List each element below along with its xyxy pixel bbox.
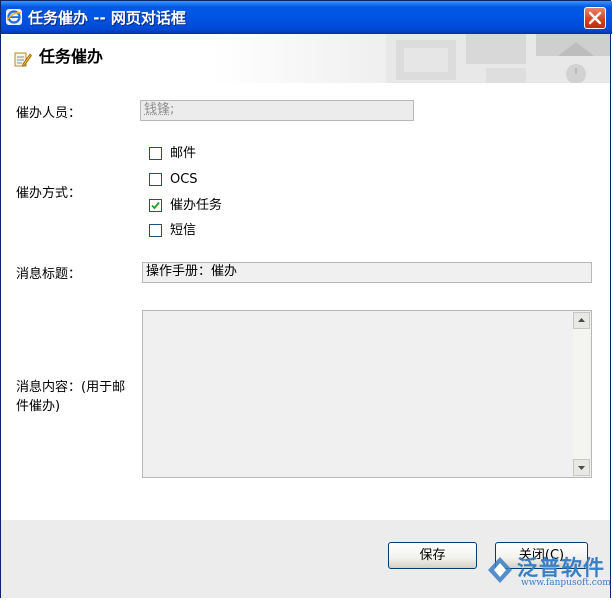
header-decoration [386, 34, 610, 83]
content-scrollbar[interactable] [573, 312, 590, 476]
ocs-label: OCS [170, 172, 198, 187]
task-edit-icon [14, 50, 32, 68]
method-label: 催办方式： [16, 186, 82, 201]
window-title: 任务催办 -- 网页对话框 [28, 9, 186, 27]
brand-watermark: 泛普软件 www.fanpusoft.com [485, 552, 611, 592]
task-checkbox[interactable] [149, 199, 162, 212]
task-label: 催办任务 [170, 198, 223, 213]
ie-icon [6, 9, 22, 25]
title-bar[interactable]: 任务催办 -- 网页对话框 [1, 1, 612, 34]
ocs-checkbox[interactable] [149, 173, 162, 186]
recipient-value: 钱锋; [144, 102, 175, 117]
content-label-line2: 件催办) [16, 399, 61, 414]
brand-logo-icon [488, 557, 512, 583]
recipient-label: 催办人员： [16, 106, 82, 121]
recipient-field: 钱锋; [140, 100, 414, 121]
scroll-down-icon[interactable] [573, 459, 590, 476]
page-title: 任务催办 [39, 47, 104, 66]
scroll-up-icon[interactable] [573, 312, 590, 329]
brand-url: www.fanpusoft.com [521, 578, 611, 588]
email-label: 邮件 [170, 146, 197, 161]
save-button[interactable]: 保存 [388, 542, 477, 569]
close-icon[interactable] [584, 7, 606, 29]
email-checkbox[interactable] [149, 147, 162, 160]
subject-label: 消息标题： [16, 267, 82, 282]
sms-label: 短信 [170, 223, 197, 238]
check-icon [151, 201, 160, 210]
content-textarea[interactable] [142, 310, 592, 478]
content-label-line1: 消息内容：(用于邮 [16, 380, 126, 395]
dialog-header: 任务催办 [1, 34, 610, 83]
dialog-window: 任务催办 -- 网页对话框 任务催办 催办人员： 钱锋; 催办方式： 邮件 OC… [0, 0, 612, 598]
subject-input[interactable]: 操作手册：催办 [142, 262, 592, 283]
sms-checkbox[interactable] [149, 224, 162, 237]
